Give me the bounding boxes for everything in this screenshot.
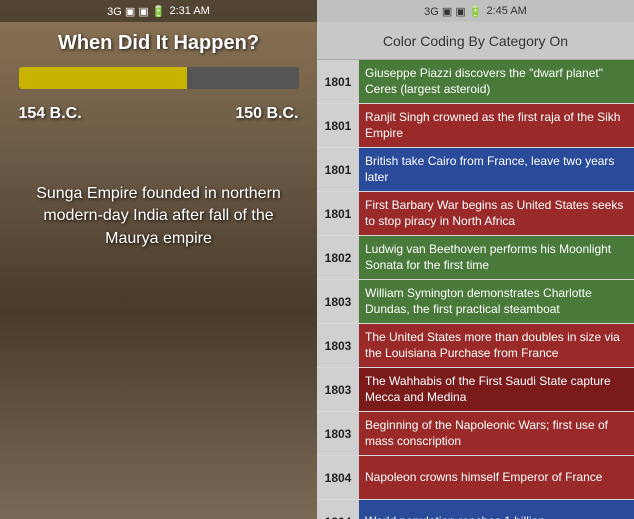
- event-text: First Barbary War begins as United State…: [359, 192, 634, 235]
- event-year: 1804: [317, 456, 359, 499]
- right-status-bar: 3G ▣ ▣ 🔋 2:45 AM: [317, 0, 634, 22]
- event-year: 1801: [317, 148, 359, 191]
- date-right: 150 B.C.: [235, 105, 298, 123]
- list-item[interactable]: 1804Napoleon crowns himself Emperor of F…: [317, 456, 634, 500]
- event-year: 1801: [317, 104, 359, 147]
- list-item[interactable]: 1803William Symington demonstrates Charl…: [317, 280, 634, 324]
- right-header-label: Color Coding By Category On: [383, 33, 568, 49]
- right-status-icons: 3G ▣ ▣ 🔋: [424, 5, 482, 18]
- event-year: 1802: [317, 236, 359, 279]
- list-item[interactable]: 1801Ranjit Singh crowned as the first ra…: [317, 104, 634, 148]
- events-list[interactable]: 1801Giuseppe Piazzi discovers the "dwarf…: [317, 60, 634, 519]
- right-panel: 3G ▣ ▣ 🔋 2:45 AM Color Coding By Categor…: [317, 0, 634, 519]
- event-year: 1803: [317, 368, 359, 411]
- event-text: Ranjit Singh crowned as the first raja o…: [359, 104, 634, 147]
- date-left: 154 B.C.: [19, 105, 82, 123]
- event-text: The Wahhabis of the First Saudi State ca…: [359, 368, 634, 411]
- list-item[interactable]: 1804World population reaches 1 billion: [317, 500, 634, 519]
- event-text: Beginning of the Napoleonic Wars; first …: [359, 412, 634, 455]
- event-year: 1803: [317, 280, 359, 323]
- left-status-icons: 3G ▣ ▣ 🔋: [107, 5, 165, 18]
- list-item[interactable]: 1803Beginning of the Napoleonic Wars; fi…: [317, 412, 634, 456]
- event-text: World population reaches 1 billion: [359, 500, 634, 519]
- list-item[interactable]: 1803The Wahhabis of the First Saudi Stat…: [317, 368, 634, 412]
- event-text: Ludwig van Beethoven performs his Moonli…: [359, 236, 634, 279]
- left-time: 2:31 AM: [169, 5, 209, 17]
- progress-bar-fill: [19, 67, 187, 89]
- event-year: 1803: [317, 324, 359, 367]
- left-panel: 3G ▣ ▣ 🔋 2:31 AM When Did It Happen? 154…: [0, 0, 317, 519]
- right-header: Color Coding By Category On: [317, 22, 634, 60]
- left-content: When Did It Happen? 154 B.C. 150 B.C. Su…: [0, 22, 317, 270]
- list-item[interactable]: 1803The United States more than doubles …: [317, 324, 634, 368]
- event-year: 1803: [317, 412, 359, 455]
- event-year: 1801: [317, 192, 359, 235]
- right-time: 2:45 AM: [486, 5, 526, 17]
- event-text: Napoleon crowns himself Emperor of Franc…: [359, 456, 634, 499]
- date-labels: 154 B.C. 150 B.C.: [19, 105, 299, 123]
- list-item[interactable]: 1801Giuseppe Piazzi discovers the "dwarf…: [317, 60, 634, 104]
- event-text: The United States more than doubles in s…: [359, 324, 634, 367]
- event-text: British take Cairo from France, leave tw…: [359, 148, 634, 191]
- event-year: 1801: [317, 60, 359, 103]
- list-item[interactable]: 1801First Barbary War begins as United S…: [317, 192, 634, 236]
- event-text: Giuseppe Piazzi discovers the "dwarf pla…: [359, 60, 634, 103]
- event-year: 1804: [317, 500, 359, 519]
- list-item[interactable]: 1801British take Cairo from France, leav…: [317, 148, 634, 192]
- page-title: When Did It Happen?: [58, 32, 259, 55]
- left-status-bar: 3G ▣ ▣ 🔋 2:31 AM: [0, 0, 317, 22]
- progress-bar-container: [19, 67, 299, 89]
- event-text: William Symington demonstrates Charlotte…: [359, 280, 634, 323]
- event-description: Sunga Empire founded in northern modern-…: [10, 183, 307, 250]
- list-item[interactable]: 1802Ludwig van Beethoven performs his Mo…: [317, 236, 634, 280]
